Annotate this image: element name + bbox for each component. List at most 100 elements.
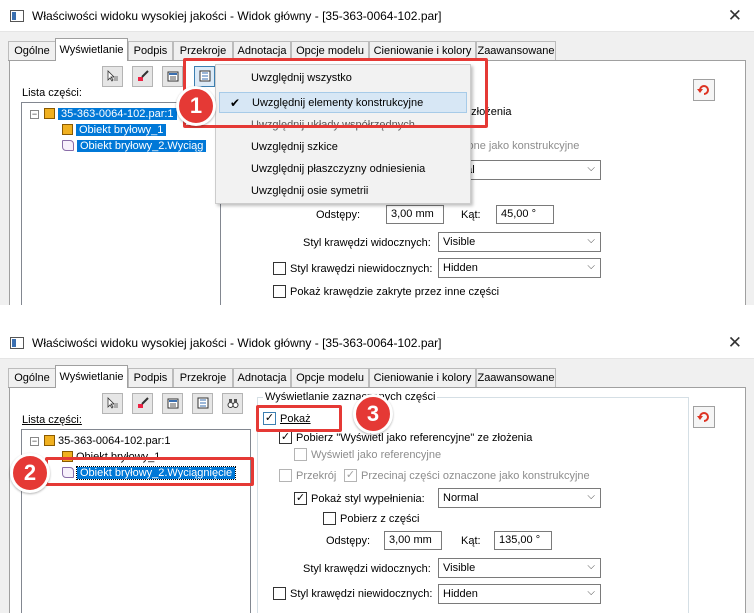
angle-field[interactable]: 135,00 °	[494, 531, 552, 550]
callout-badge-2: 2	[10, 453, 50, 493]
tree-item-root[interactable]: 35-363-0064-102.par:1	[44, 106, 177, 122]
filter-button[interactable]	[192, 393, 213, 414]
spacing-field[interactable]: 3,00 mm	[386, 205, 444, 224]
cursor-part-icon	[107, 70, 118, 82]
menu-item-include-sketches[interactable]: Uwzględnij szkice	[219, 137, 467, 158]
binoculars-icon	[227, 399, 239, 408]
menu-item-include-planes[interactable]: Uwzględnij płaszczyzny odniesienia	[219, 159, 467, 180]
chevron-down-icon: ⌵	[587, 235, 595, 246]
properties-icon	[167, 398, 179, 409]
tab-cieniowanie[interactable]: Cieniowanie i kolory	[369, 368, 476, 387]
angle-label: Kąt:	[461, 535, 481, 547]
hidden-edges-label: Styl krawędzi niewidocznych:	[290, 263, 433, 275]
visible-edges-combo[interactable]: Visible ⌵	[438, 558, 601, 578]
chevron-down-icon: ⌵	[587, 261, 595, 272]
feature-icon	[62, 140, 74, 151]
fill-style-combo[interactable]: Normal ⌵	[438, 488, 601, 508]
parts-list-label: Lista części:	[22, 87, 82, 99]
chevron-down-icon: ⌵	[587, 587, 595, 598]
menu-item-include-axes[interactable]: Uwzględnij osie symetrii	[219, 181, 467, 202]
show-ref-checkbox[interactable]	[294, 448, 307, 461]
properties-button[interactable]	[162, 393, 183, 414]
tab-podpis[interactable]: Podpis	[128, 41, 173, 60]
spacing-field[interactable]: 3,00 mm	[384, 531, 442, 550]
angle-label: Kąt:	[461, 209, 481, 221]
get-ref-checkbox[interactable]: ✓	[279, 431, 292, 444]
edit-style-button[interactable]	[132, 393, 153, 414]
cut-checkbox[interactable]: ✓	[344, 469, 357, 482]
section-checkbox[interactable]	[279, 469, 292, 482]
tree-item-body-1[interactable]: Obiekt bryłowy_1	[62, 122, 167, 138]
visible-edges-label: Styl krawędzi widocznych:	[303, 237, 431, 249]
fill-style-label: Pokaż styl wypełnienia:	[311, 493, 425, 505]
tree-item-root[interactable]: 35-363-0064-102.par:1	[44, 433, 171, 449]
group-title: Wyświetlanie zaznaczonych części	[263, 391, 438, 403]
app-icon	[10, 337, 24, 349]
visible-edges-label: Styl krawędzi widocznych:	[303, 563, 431, 575]
title-bar: Właściwości widoku wysokiej jakości - Wi…	[0, 327, 754, 359]
cut-label-partial: zone jako konstrukcyjne	[462, 140, 580, 152]
window-title: Właściwości widoku wysokiej jakości - Wi…	[32, 9, 442, 23]
find-button[interactable]	[222, 393, 243, 414]
brush-icon	[138, 397, 149, 408]
fill-style-checkbox[interactable]: ✓	[294, 492, 307, 505]
tab-przekroje[interactable]: Przekroje	[173, 368, 233, 387]
cut-label: Przecinaj części oznaczone jako konstruk…	[361, 470, 590, 482]
visible-edges-combo[interactable]: Visible ⌵	[438, 232, 601, 252]
get-ref-label: Pobierz "Wyświetl jako referencyjne" ze …	[296, 432, 533, 444]
assembly-part-icon	[44, 435, 55, 446]
show-parts-button[interactable]	[102, 66, 123, 87]
highlight-box-3	[256, 405, 342, 432]
close-icon[interactable]: ✕	[728, 6, 742, 26]
hidden-edges-label: Styl krawędzi niewidocznych:	[290, 588, 433, 600]
close-icon[interactable]: ✕	[728, 333, 742, 353]
refresh-icon	[697, 412, 709, 422]
tab-opcje-modelu[interactable]: Opcje modelu	[291, 368, 369, 387]
tab-podpis[interactable]: Podpis	[128, 368, 173, 387]
edit-style-button[interactable]	[132, 66, 153, 87]
parts-list-label: Lista części:	[22, 414, 82, 426]
show-hidden-checkbox[interactable]	[273, 285, 286, 298]
app-icon	[10, 10, 24, 22]
show-hidden-label: Pokaż krawędzie zakryte przez inne częśc…	[290, 286, 500, 298]
window-title: Właściwości widoku wysokiej jakości - Wi…	[32, 336, 442, 350]
show-parts-button[interactable]	[102, 393, 123, 414]
refresh-button[interactable]	[693, 79, 715, 101]
fill-style-combo[interactable]: nal⌵	[455, 160, 601, 180]
refresh-icon	[697, 85, 709, 95]
brush-icon	[138, 70, 149, 81]
hidden-edges-checkbox[interactable]	[273, 262, 286, 275]
tree-item-body-2[interactable]: Obiekt bryłowy_2.Wyciąg	[62, 138, 207, 154]
dialog-top: Właściwości widoku wysokiej jakości - Wi…	[0, 0, 754, 305]
collapse-icon[interactable]: −	[30, 110, 39, 119]
properties-icon	[167, 71, 179, 82]
assembly-part-icon	[44, 108, 55, 119]
tab-ogolne[interactable]: Ogólne	[8, 368, 56, 387]
tab-zaawansowane[interactable]: Zaawansowane	[476, 368, 556, 387]
tab-wyswietlanie[interactable]: Wyświetlanie	[55, 38, 128, 61]
filter-list-icon	[197, 397, 209, 409]
show-ref-label: Wyświetl jako referencyjne	[311, 449, 442, 461]
tab-ogolne[interactable]: Ogólne	[8, 41, 56, 60]
refresh-button[interactable]	[693, 406, 715, 428]
dialog-bottom: Właściwości widoku wysokiej jakości - Wi…	[0, 327, 754, 613]
body-part-icon	[62, 124, 73, 135]
tab-wyswietlanie[interactable]: Wyświetlanie	[55, 365, 128, 388]
properties-button[interactable]	[162, 66, 183, 87]
chevron-down-icon: ⌵	[587, 561, 595, 572]
chevron-down-icon: ⌵	[587, 163, 595, 174]
parts-tree[interactable]: − 35-363-0064-102.par:1 Obiekt bryłowy_1…	[21, 102, 221, 305]
tab-adnotacja[interactable]: Adnotacja	[233, 368, 291, 387]
panel-separator	[0, 305, 754, 327]
angle-field[interactable]: 45,00 °	[496, 205, 554, 224]
collapse-icon[interactable]: −	[30, 437, 39, 446]
hidden-edges-combo[interactable]: Hidden ⌵	[438, 258, 601, 278]
hidden-edges-combo[interactable]: Hidden ⌵	[438, 584, 601, 604]
tab-zaawansowane[interactable]: Zaawansowane	[476, 41, 556, 60]
hidden-edges-checkbox[interactable]	[273, 587, 286, 600]
from-part-checkbox[interactable]	[323, 512, 336, 525]
chevron-down-icon: ⌵	[587, 491, 595, 502]
section-label: Przekrój	[296, 470, 337, 482]
callout-badge-3: 3	[353, 394, 393, 434]
highlight-box-1	[183, 58, 488, 128]
